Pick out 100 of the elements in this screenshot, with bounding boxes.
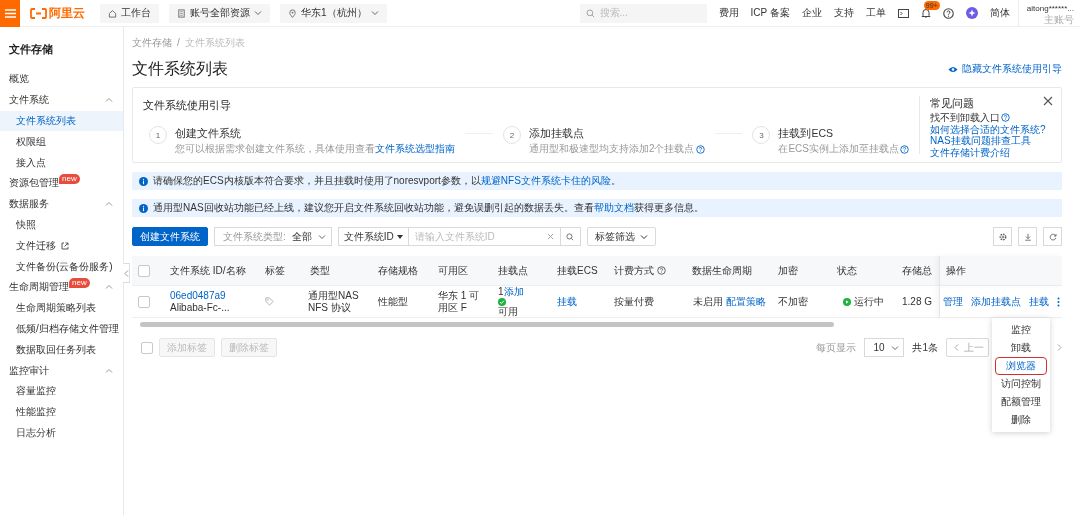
menu-item[interactable]: 卸载 [995, 339, 1047, 357]
clear-icon[interactable] [546, 233, 554, 240]
language-link[interactable]: 简体 [989, 6, 1010, 20]
sidebar-title: 文件存储 [8, 42, 54, 57]
checkbox[interactable] [138, 264, 150, 277]
info-icon [139, 203, 148, 213]
nav-button[interactable]: 账号全部资源 [169, 3, 270, 23]
add-link[interactable]: 添加 [503, 285, 524, 297]
sidebar-item[interactable]: 资源包管理 new [0, 173, 123, 194]
alert-link[interactable]: 规避NFS文件系统卡住的风险 [480, 175, 611, 186]
chevron-down-icon [890, 343, 899, 352]
action-link[interactable]: 挂载 [1028, 295, 1049, 308]
caret-down-icon [396, 234, 403, 239]
more-icon[interactable] [1056, 296, 1060, 307]
sidebar-item[interactable]: 容量监控 [0, 380, 123, 402]
step-title: 添加挂载点 [528, 126, 585, 140]
sidebar-item[interactable]: 文件系统 [0, 89, 123, 111]
nav-link[interactable]: 支持 [833, 6, 854, 20]
configure-policy-link[interactable]: 配置策略 [725, 295, 766, 308]
alert-link[interactable]: 帮助文档 [593, 202, 634, 213]
menu-button[interactable] [0, 0, 20, 27]
avatar-icon[interactable] [965, 7, 978, 19]
sidebar-item[interactable]: 文件备份(云备份服务) [0, 256, 123, 277]
table-cell: 1 [498, 285, 504, 297]
scrollbar[interactable] [140, 322, 834, 327]
action-link[interactable]: 添加挂载点 [970, 295, 1021, 308]
hide-guide-link[interactable]: 隐藏文件系统使用引导 [948, 62, 1062, 76]
refresh-button[interactable] [1043, 227, 1062, 246]
step-description: 在ECS实例上添加至挂载点 [778, 142, 899, 156]
sidebar-item[interactable]: 接入点 [0, 152, 123, 173]
table-cell-text: Alibaba-Fc-... [170, 301, 231, 314]
table-cell-text: 性能型 [378, 295, 409, 308]
nav-link[interactable]: 费用 [718, 6, 739, 20]
sidebar-item[interactable]: 文件系统列表 [0, 110, 123, 132]
nav-link[interactable]: 工单 [865, 6, 886, 20]
logo-text: 阿里云 [49, 4, 85, 22]
nav-button[interactable]: 华东1（杭州） [280, 3, 387, 23]
bell-icon[interactable] [920, 8, 931, 18]
faq-link[interactable]: NAS挂载问题排查工具 [930, 135, 1031, 147]
download-icon [1023, 232, 1032, 241]
page-size-select[interactable]: 10 [864, 338, 905, 357]
step-description: 您可以根据需求创建文件系统，具体使用查看文件系统选型指南 [175, 142, 455, 156]
help-icon[interactable] [942, 7, 954, 19]
table-cell-text: 不加密 [778, 295, 809, 308]
terminal-icon[interactable] [897, 8, 909, 18]
tag-filter[interactable]: 标签筛选 [586, 227, 656, 246]
type-filter[interactable]: 文件系统类型: 全部 [214, 227, 332, 246]
faq-link[interactable]: 如何选择合适的文件系统? [930, 123, 1046, 135]
chevron-up-icon [105, 200, 113, 209]
sidebar-item[interactable]: 生命周期管理 new [0, 276, 123, 298]
collapse-handle[interactable] [123, 263, 130, 283]
checkbox[interactable] [141, 341, 153, 354]
sidebar-item[interactable]: 日志分析 [0, 422, 123, 444]
guide-link[interactable]: 文件系统选型指南 [375, 143, 455, 154]
menu-item[interactable]: 访问控制 [995, 375, 1047, 393]
column-header: 类型 [310, 263, 330, 278]
create-button[interactable]: 创建文件系统 [132, 227, 208, 246]
info-icon [139, 176, 148, 186]
sidebar-item[interactable]: 权限组 [0, 131, 123, 153]
column-header: 文件系统 ID/名称 [170, 263, 246, 278]
sidebar-item[interactable]: 概览 [0, 69, 123, 90]
sidebar-item[interactable]: 性能监控 [0, 401, 123, 423]
step-title: 创建文件系统 [175, 126, 242, 140]
step-description: 通用型和极速型均支持添加2个挂载点 [528, 142, 695, 156]
checkbox[interactable] [138, 295, 150, 308]
column-header: 操作 [946, 263, 966, 278]
next-page-icon[interactable] [1057, 344, 1062, 351]
menu-item[interactable]: 监控 [995, 321, 1047, 339]
new-badge: new [69, 278, 90, 289]
sidebar-item[interactable]: 监控审计 [0, 360, 123, 381]
file-system-id-link[interactable]: 06ed0487a9 [170, 289, 253, 302]
column-header: 存储规格 [378, 263, 418, 278]
menu-item[interactable]: 配额管理 [995, 393, 1047, 411]
mount-link[interactable]: 挂载 [557, 295, 602, 308]
download-button[interactable] [1018, 227, 1037, 246]
sidebar-item[interactable]: 数据服务 [0, 193, 123, 215]
nav-link[interactable]: 企业 [801, 6, 822, 20]
nav-button[interactable]: 工作台 [100, 3, 159, 23]
user-account[interactable]: aitong******... 主账号 [1017, 0, 1080, 27]
chevron-left-icon [954, 344, 959, 351]
sidebar-item[interactable]: 生命周期策略列表 [0, 297, 123, 319]
sidebar-item[interactable]: 文件迁移 [0, 235, 123, 257]
sidebar-item[interactable]: 低频/归档存储文件管理 [0, 318, 123, 340]
column-header: 数据生命周期 [692, 263, 752, 278]
help-icon [695, 144, 705, 154]
settings-button[interactable] [993, 227, 1012, 246]
field-select[interactable]: 文件系统ID [337, 227, 409, 246]
close-icon[interactable] [1043, 96, 1053, 106]
column-header: 挂载ECS [557, 263, 598, 278]
menu-item[interactable]: 浏览器 [995, 357, 1047, 375]
menu-item[interactable]: 删除 [995, 411, 1047, 429]
faq-link[interactable]: 文件存储计费介绍 [930, 146, 1010, 158]
action-link[interactable]: 管理 [942, 295, 963, 308]
sidebar-item[interactable]: 数据取回任务列表 [0, 339, 123, 361]
home-icon [108, 8, 117, 18]
chevron-down-icon [639, 232, 648, 241]
nav-link[interactable]: ICP 备案 [750, 6, 790, 20]
sidebar-item[interactable]: 快照 [0, 214, 123, 236]
column-header: 存储总 [902, 263, 932, 278]
tag-icon[interactable] [265, 297, 274, 306]
